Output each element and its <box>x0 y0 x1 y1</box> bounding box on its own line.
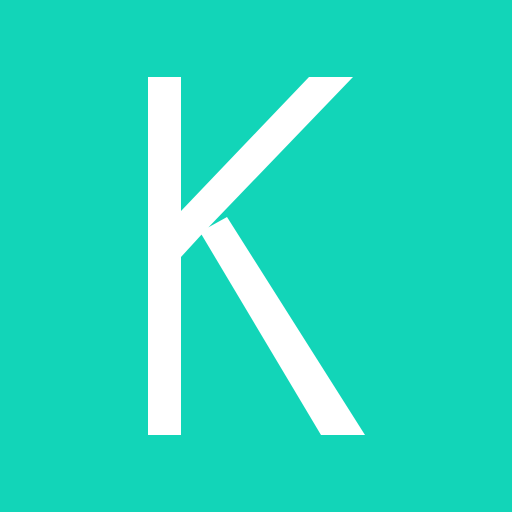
k-glyph <box>148 77 365 435</box>
k-lower-leg <box>200 217 365 435</box>
k-stem <box>148 77 181 435</box>
app-icon-tile: K <box>0 0 512 512</box>
k-logo-icon <box>148 77 365 435</box>
